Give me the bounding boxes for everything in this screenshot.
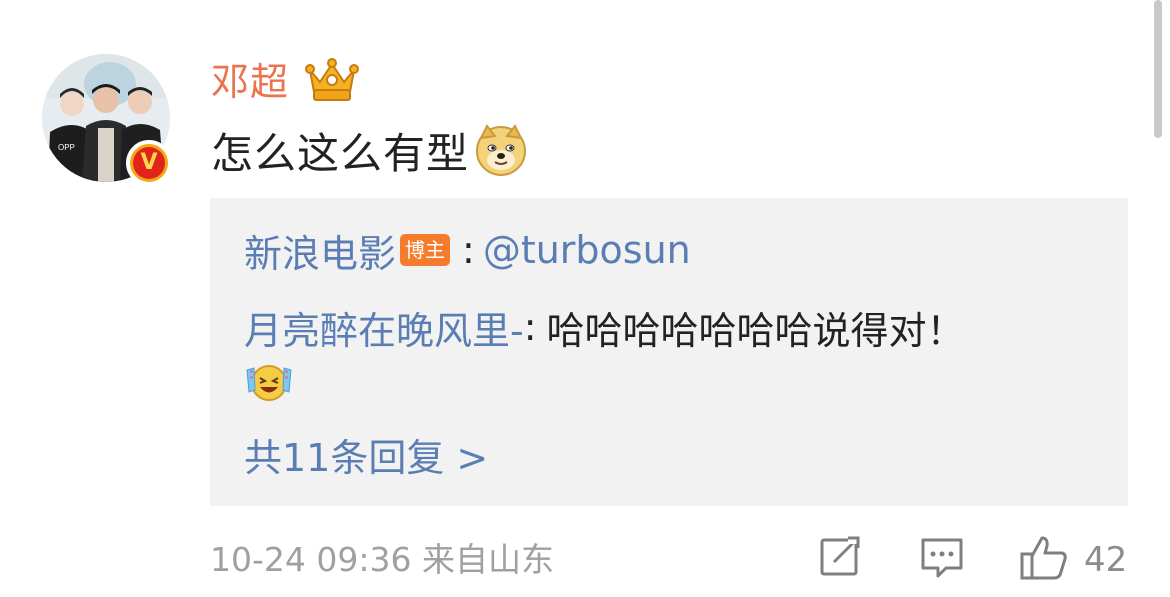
- comment-timestamp-source: 10-24 09:36 来自山东: [210, 540, 554, 579]
- share-edit-icon[interactable]: [818, 534, 862, 578]
- comment-icon[interactable]: [918, 534, 966, 582]
- like-count: 42: [1084, 540, 1128, 580]
- thumbs-up-icon[interactable]: [1018, 534, 1070, 582]
- reply-header: 新浪电影 博主 : @turbosun: [244, 222, 691, 278]
- reply-separator: :: [462, 228, 475, 272]
- comment-username[interactable]: 邓超: [211, 58, 289, 106]
- author-badge: 博主: [400, 234, 451, 266]
- laughing-tears-emoji-icon: [246, 365, 292, 401]
- view-all-replies-link[interactable]: 共11条回复 >: [244, 432, 488, 484]
- doge-emoji-icon: [476, 124, 527, 176]
- reply-preview-box[interactable]: 新浪电影 博主 : @turbosun 月亮醉在晚风里- : 哈哈哈哈哈哈哈说得…: [210, 198, 1128, 506]
- reply-author-link[interactable]: 新浪电影: [244, 223, 396, 278]
- reply-item: 月亮醉在晚风里- : 哈哈哈哈哈哈哈说得对！: [244, 300, 965, 354]
- comment-text: 怎么这么有型: [211, 128, 470, 178]
- reply-second-separator: :: [523, 305, 537, 349]
- svg-text:OPP: OPP: [58, 143, 75, 152]
- verified-badge-icon: V: [126, 140, 172, 186]
- reply-second-text: 哈哈哈哈哈哈哈说得对！: [546, 308, 965, 353]
- crown-badge-icon: [305, 58, 359, 101]
- comment-body: 怎么这么有型: [211, 122, 527, 178]
- reply-second-author-link[interactable]: 月亮醉在晚风里-: [244, 300, 524, 355]
- scrollbar[interactable]: [1154, 0, 1162, 138]
- mention-link[interactable]: @turbosun: [483, 228, 691, 272]
